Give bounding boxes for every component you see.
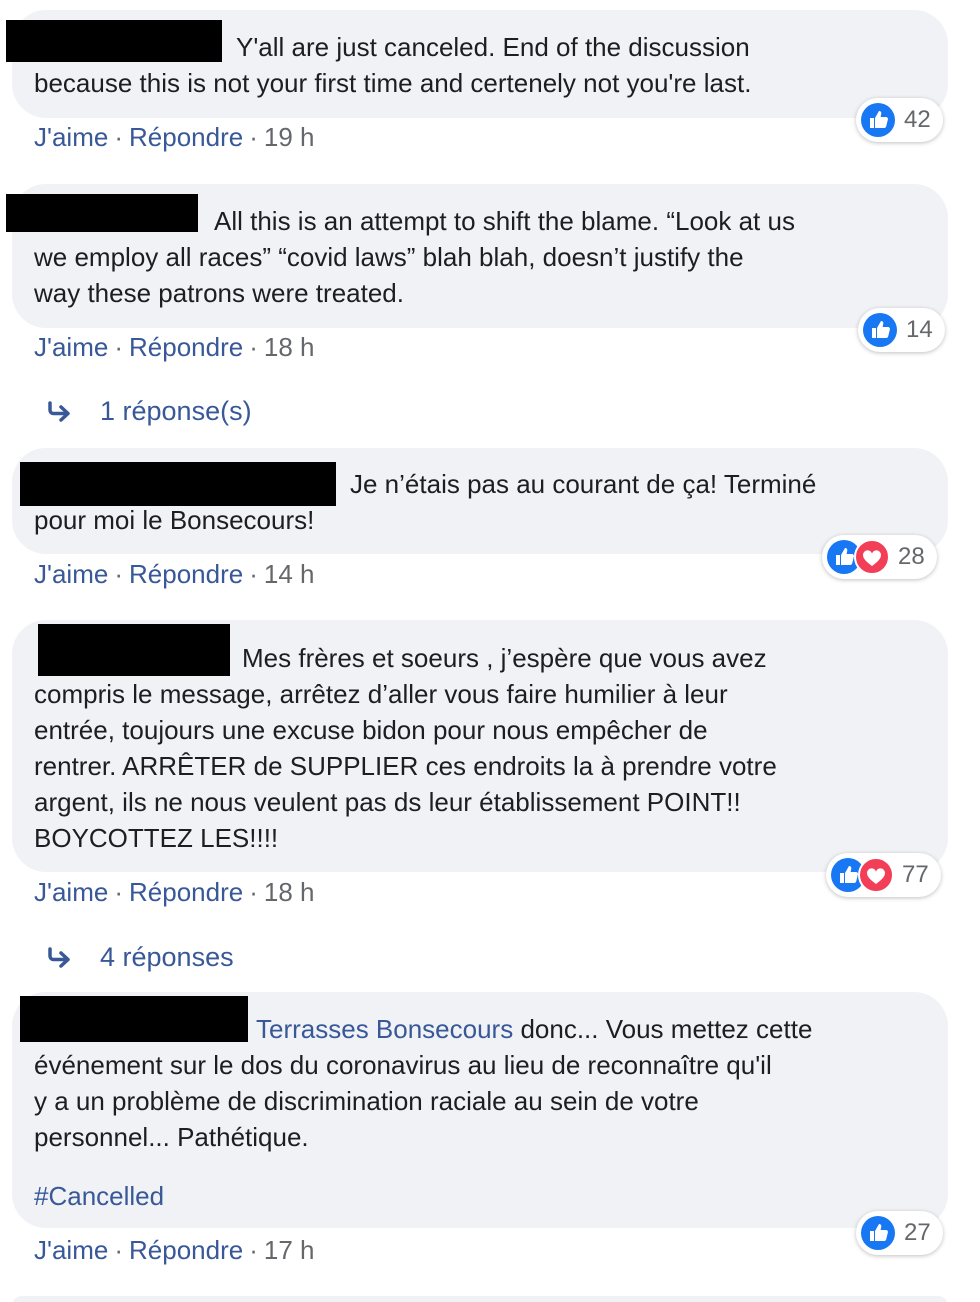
- reply-button[interactable]: Répondre: [129, 332, 243, 362]
- comment-text: Terrasses Bonsecours donc... Vous mettez…: [256, 1011, 812, 1047]
- comment-actions: J'aime · Répondre · 18 h: [34, 877, 315, 907]
- comment-text: because this is not your first time and …: [34, 68, 752, 98]
- comment-text: Je n’étais pas au courant de ça! Terminé: [350, 469, 817, 499]
- like-button[interactable]: J'aime: [34, 122, 108, 152]
- reaction-icons: [860, 102, 896, 138]
- comment-timestamp[interactable]: 18 h: [264, 332, 315, 362]
- reaction-icons: [826, 539, 890, 575]
- reaction-summary[interactable]: 14: [858, 308, 945, 352]
- comment-actions: J'aime · Répondre · 17 h: [34, 1235, 315, 1265]
- comment-text: compris le message, arrêtez d’aller vous…: [34, 679, 777, 853]
- comment-text: Y'all are just canceled. End of the disc…: [236, 32, 750, 62]
- comment-timestamp[interactable]: 17 h: [264, 1235, 315, 1265]
- reply-arrow-icon: [48, 401, 70, 422]
- reaction-icons: [860, 1215, 896, 1251]
- page-mention-link[interactable]: Terrasses Bonsecours: [256, 1014, 513, 1044]
- love-icon: [854, 539, 890, 575]
- comment-actions: J'aime · Répondre · 19 h: [34, 122, 315, 152]
- comment-text: Mes frères et soeurs , j’espère que vous…: [242, 643, 767, 673]
- like-icon: [861, 103, 895, 137]
- reaction-count: 42: [904, 106, 931, 133]
- reaction-icons: [830, 857, 894, 893]
- view-replies-link[interactable]: 4 réponses: [46, 940, 234, 974]
- redacted-author-name: [38, 624, 230, 676]
- comment-actions: J'aime · Répondre · 18 h: [34, 332, 315, 362]
- reply-button[interactable]: Répondre: [129, 1235, 243, 1265]
- like-button[interactable]: J'aime: [34, 1235, 108, 1265]
- replies-label[interactable]: 4 réponses: [100, 940, 234, 974]
- comment-text-inline: donc... Vous mettez cette: [513, 1014, 813, 1044]
- like-icon: [861, 1216, 895, 1250]
- comment-actions: J'aime · Répondre · 14 h: [34, 559, 315, 589]
- reaction-summary[interactable]: 42: [856, 98, 943, 142]
- reaction-count: 77: [902, 861, 929, 888]
- comment-text: All this is an attempt to shift the blam…: [214, 206, 795, 236]
- redacted-author-name: [20, 462, 336, 506]
- reaction-count: 14: [906, 316, 933, 343]
- like-button[interactable]: J'aime: [34, 877, 108, 907]
- reply-button[interactable]: Répondre: [129, 877, 243, 907]
- next-comment-bubble-edge: [12, 1296, 948, 1302]
- reaction-count: 28: [898, 543, 925, 570]
- comment-text: événement sur le dos du coronavirus au l…: [34, 1050, 772, 1152]
- comment-timestamp[interactable]: 19 h: [264, 122, 315, 152]
- reply-arrow-icon: [48, 947, 70, 968]
- reaction-count: 27: [904, 1219, 931, 1246]
- comment-timestamp[interactable]: 18 h: [264, 877, 315, 907]
- redacted-author-name: [6, 20, 222, 62]
- hashtag-link[interactable]: #Cancelled: [34, 1178, 164, 1214]
- reaction-summary[interactable]: 77: [826, 853, 941, 897]
- replies-label[interactable]: 1 réponse(s): [100, 394, 252, 428]
- comment-text: pour moi le Bonsecours!: [34, 505, 315, 535]
- reaction-summary[interactable]: 27: [856, 1211, 943, 1255]
- redacted-author-name: [6, 194, 198, 232]
- view-replies-link[interactable]: 1 réponse(s): [46, 394, 252, 428]
- reply-button[interactable]: Répondre: [129, 559, 243, 589]
- reply-button[interactable]: Répondre: [129, 122, 243, 152]
- comment-thread: Y'all are just canceled. End of the disc…: [0, 0, 980, 1302]
- reaction-summary[interactable]: 28: [822, 535, 937, 579]
- like-button[interactable]: J'aime: [34, 332, 108, 362]
- reaction-icons: [862, 312, 898, 348]
- redacted-author-name: [20, 996, 248, 1042]
- like-icon: [863, 313, 897, 347]
- comment-text: we employ all races” “covid laws” blah b…: [34, 242, 744, 308]
- comment-timestamp[interactable]: 14 h: [264, 559, 315, 589]
- like-button[interactable]: J'aime: [34, 559, 108, 589]
- love-icon: [858, 857, 894, 893]
